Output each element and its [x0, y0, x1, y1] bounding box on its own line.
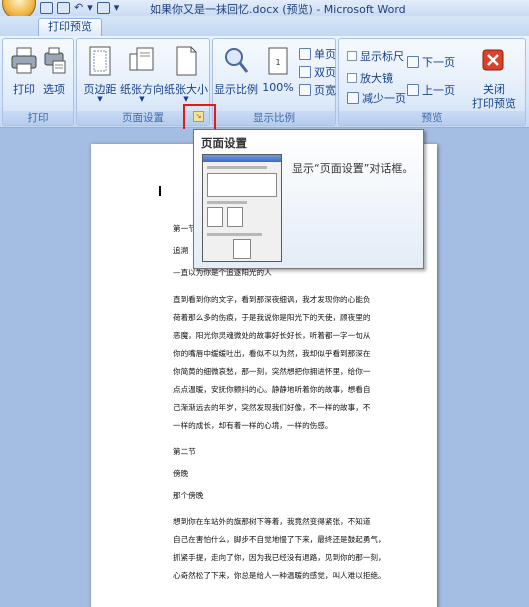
- page-width-icon: [299, 83, 311, 96]
- doc-line: 一样的成长，却有着一样的心境，一样的伤感。: [173, 421, 333, 430]
- magnifier-checkbox[interactable]: 放大镜: [347, 70, 393, 85]
- page-width-button[interactable]: 页宽: [299, 82, 336, 97]
- group-label-zoom: 显示比例: [213, 111, 335, 125]
- orientation-icon: [129, 47, 154, 71]
- thumbnail-line: [207, 166, 267, 169]
- next-page-button[interactable]: 下一页: [407, 54, 455, 69]
- title-bar: ↶ ▾ ▾ 如果你又是一抹回忆.docx (预览) - Microsoft Wo…: [0, 0, 529, 20]
- close-print-preview-button[interactable]: 关闭 打印预览: [471, 43, 517, 110]
- doc-line: 点点温暖，安抚你颤抖的心。静静地听着你的故事，想看自: [173, 385, 371, 394]
- dropdown-arrow-icon: ▼: [183, 95, 189, 103]
- doc-heading-2: 第二节: [173, 447, 196, 456]
- undo-icon[interactable]: ↶: [74, 1, 83, 15]
- thumbnail-box: [207, 207, 223, 227]
- magnifier-check-icon[interactable]: [347, 72, 357, 83]
- one-page-button[interactable]: 单页: [299, 46, 336, 61]
- quick-access-toolbar: ↶ ▾ ▾: [40, 1, 119, 15]
- paper-size-button[interactable]: 纸张大小 ▼: [164, 43, 208, 109]
- group-zoom: 显示比例 1 100% 单页 双页 页宽 显示比例: [212, 38, 336, 126]
- doc-line: 傍晚: [173, 469, 189, 478]
- thumbnail-line: [207, 201, 247, 204]
- magnifier-icon: [225, 48, 249, 73]
- tooltip-title: 页面设置: [201, 136, 247, 150]
- zoom-100-button[interactable]: 1 100%: [257, 43, 299, 109]
- margins-icon: [89, 46, 111, 76]
- options-button[interactable]: 选项: [33, 43, 75, 109]
- text-cursor: [159, 186, 161, 196]
- group-label-preview: 预览: [339, 111, 525, 125]
- group-preview: 显示标尺 放大镜 减少一页 下一页 上一页 关闭 打印预览 预览: [338, 38, 526, 126]
- print-options-icon: [44, 47, 66, 74]
- orientation-button[interactable]: 纸张方向 ▼: [120, 43, 164, 109]
- close-red-icon: [482, 49, 504, 71]
- two-pages-icon: [299, 65, 311, 78]
- tooltip-description: 显示“页面设置”对话框。: [292, 162, 414, 175]
- shrink-page-icon: [347, 91, 359, 104]
- group-label-print: 打印: [3, 111, 73, 125]
- show-ruler-checkbox[interactable]: 显示标尺: [347, 48, 404, 63]
- page-setup-tooltip: 页面设置 显示“页面设置”对话框。: [193, 129, 424, 269]
- thumbnail-box: [227, 207, 243, 227]
- thumbnail-line: [207, 233, 262, 236]
- group-print: 打印 选项 打印: [2, 38, 74, 126]
- doc-line: 你简黄的细微哀愁，那一刻，突然想把你拥进怀里，给你一: [173, 367, 371, 376]
- dialog-preview-thumbnail: [202, 154, 282, 262]
- customize-qat-icon[interactable]: ▾: [114, 1, 120, 15]
- doc-line: 己渐渐远去的年岁，突然发现我们好像，不一样的故事，不: [173, 403, 371, 412]
- one-page-icon: [299, 47, 311, 60]
- spellcheck-icon[interactable]: [96, 2, 110, 14]
- page-100-icon: 1: [268, 47, 288, 75]
- previous-page-button[interactable]: 上一页: [407, 82, 455, 97]
- margins-button[interactable]: 页边距 ▼: [79, 43, 121, 109]
- thumbnail-box: [233, 239, 251, 259]
- doc-line: 想到你在车站外的旗那树下等着，我竟然变得紧张，不知道: [173, 517, 371, 526]
- paper-size-icon: [176, 46, 197, 76]
- save-icon[interactable]: [40, 2, 53, 14]
- ribbon-tab-row: 打印预览: [0, 16, 529, 36]
- tab-print-preview[interactable]: 打印预览: [38, 18, 102, 36]
- new-doc-icon[interactable]: [57, 2, 70, 14]
- page-setup-dialog-launcher-icon[interactable]: ↘: [193, 111, 204, 122]
- window-title: 如果你又是一抹回忆.docx (预览) - Microsoft Word: [150, 3, 406, 16]
- shrink-one-page-button[interactable]: 减少一页: [347, 90, 406, 105]
- doc-line: 自己在害怕什么，脚步不自觉地慢了下来，最终还是鼓起勇气，: [173, 535, 386, 544]
- ruler-check-icon[interactable]: [347, 50, 357, 61]
- ribbon: 打印 选项 打印 页边距 ▼ 纸张方向 ▼ 纸张大小 ▼ 页面设置 显示比例 1…: [0, 36, 529, 128]
- next-page-icon: [407, 55, 419, 68]
- doc-line: 心奇然松了下来，你总是给人一种温暖的感觉，叫人难以拒绝。: [173, 571, 386, 580]
- dropdown-icon[interactable]: ▾: [87, 1, 93, 15]
- thumbnail-box: [207, 173, 277, 197]
- doc-line: 你的嘴唇中缓缓吐出，看似不以为然，我却似乎看到那深在: [173, 349, 371, 358]
- svg-text:1: 1: [275, 58, 280, 67]
- doc-line: 荷着那么多的伤痕，于是我说你是阳光下的天使，顾夜里的: [173, 313, 371, 322]
- doc-line: 恶魔，阳光你灵魂微处的故事好长好长，听着都一字一句从: [173, 331, 371, 340]
- doc-line: 直到看到你的文字，看到那深夜细讽，我才发现你的心能负: [173, 295, 371, 304]
- two-pages-button[interactable]: 双页: [299, 64, 336, 79]
- doc-line: 那个傍晚: [173, 491, 204, 500]
- doc-line: 抓紧手提，走向了你，因为我已经没有退路，见到你的那一刻，: [173, 553, 386, 562]
- previous-page-icon: [407, 83, 419, 96]
- dropdown-arrow-icon: ▼: [139, 95, 145, 103]
- zoom-button[interactable]: 显示比例: [214, 43, 258, 109]
- thumbnail-titlebar: [203, 155, 281, 162]
